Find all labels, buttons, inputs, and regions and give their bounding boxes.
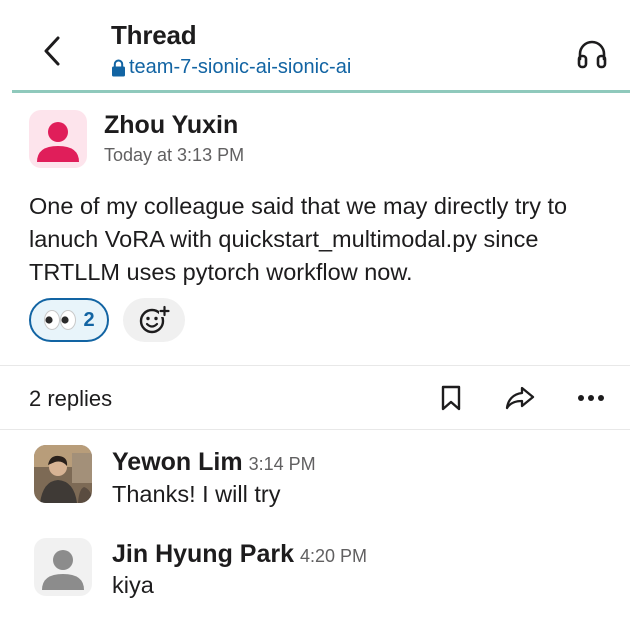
message-author[interactable]: Zhou Yuxin (104, 111, 238, 140)
reply-header: Yewon Lim 3:14 PM (112, 448, 316, 477)
reply-text: kiya (112, 572, 154, 598)
channel-link[interactable]: team-7-sionic-ai-sionic-ai (111, 56, 351, 79)
reply-timestamp: 4:20 PM (300, 546, 368, 566)
user-photo-icon (34, 445, 92, 503)
add-reaction-button[interactable] (123, 298, 185, 342)
headphones-icon (577, 40, 607, 69)
share-button[interactable] (500, 378, 540, 418)
reply-header: Jin Hyung Park 4:20 PM (112, 540, 367, 569)
chevron-left-icon (44, 36, 60, 66)
eyes-emoji-icon (44, 310, 77, 330)
thread-header: Thread team-7-sionic-ai-sionic-ai (0, 0, 630, 92)
reaction-count: 2 (83, 308, 95, 331)
share-arrow-icon (505, 386, 535, 410)
default-user-icon (37, 122, 79, 162)
avatar[interactable] (34, 538, 92, 596)
channel-name: team-7-sionic-ai-sionic-ai (129, 56, 352, 78)
divider (0, 429, 630, 430)
reply-text: Thanks! I will try (112, 481, 281, 507)
back-button[interactable] (30, 28, 74, 74)
more-horizontal-icon (578, 395, 604, 401)
message-text: One of my colleague said that we may dir… (29, 193, 568, 285)
more-actions-button[interactable] (571, 378, 611, 418)
reply-timestamp: 3:14 PM (248, 454, 316, 474)
default-user-icon (42, 550, 84, 590)
bookmark-icon (441, 385, 461, 411)
reaction-eyes[interactable]: 2 (29, 298, 109, 342)
page-title: Thread (111, 20, 197, 50)
avatar[interactable] (29, 110, 87, 168)
reply-author[interactable]: Jin Hyung Park (112, 540, 294, 569)
replies-count: 2 replies (29, 386, 113, 411)
huddle-button[interactable] (572, 36, 612, 72)
save-button[interactable] (431, 378, 471, 418)
avatar[interactable] (34, 445, 92, 503)
divider (0, 365, 630, 366)
lock-icon (111, 59, 126, 77)
header-divider (12, 90, 630, 93)
reply-author[interactable]: Yewon Lim (112, 448, 243, 477)
message-timestamp: Today at 3:13 PM (104, 145, 245, 165)
add-emoji-icon (139, 305, 170, 334)
